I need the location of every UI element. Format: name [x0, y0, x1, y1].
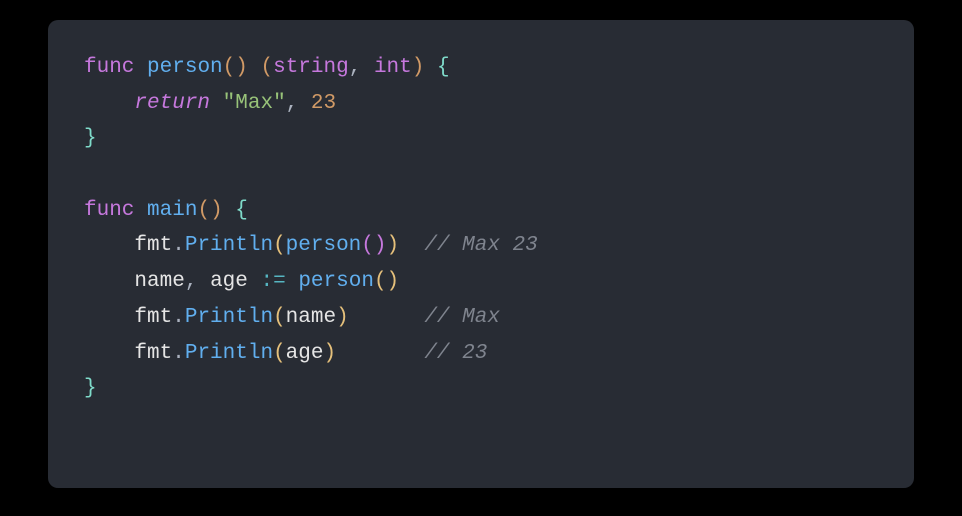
number-literal: 23 [311, 92, 336, 115]
comment: // Max [424, 306, 500, 329]
paren: ( [223, 56, 236, 79]
dot: . [172, 234, 185, 257]
dot: . [172, 342, 185, 365]
identifier-fmt: fmt [134, 234, 172, 257]
space [286, 270, 299, 293]
paren: ( [273, 342, 286, 365]
paren: ( [273, 234, 286, 257]
space [248, 56, 261, 79]
space [210, 92, 223, 115]
paren: ) [323, 342, 336, 365]
comma: , [185, 270, 210, 293]
paren: ) [210, 199, 223, 222]
identifier-name: name [286, 306, 336, 329]
comment: // Max 23 [424, 234, 537, 257]
identifier-age: age [286, 342, 324, 365]
comma: , [349, 56, 374, 79]
comment: // 23 [424, 342, 487, 365]
space [134, 199, 147, 222]
code-line: return "Max", 23 [84, 86, 878, 122]
code-snippet: func person() (string, int) { return "Ma… [48, 20, 914, 488]
code-line: func person() (string, int) { [84, 50, 878, 86]
indent [84, 234, 134, 257]
blank-line [84, 157, 878, 193]
indent [84, 342, 134, 365]
space [134, 56, 147, 79]
method-println: Println [185, 306, 273, 329]
function-call: person [298, 270, 374, 293]
method-println: Println [185, 234, 273, 257]
code-line: name, age := person() [84, 264, 878, 300]
paren: ) [235, 56, 248, 79]
type-string: string [273, 56, 349, 79]
identifier-age: age [210, 270, 248, 293]
code-line: } [84, 371, 878, 407]
paren: ( [260, 56, 273, 79]
paren: ( [197, 199, 210, 222]
paren: ) [387, 270, 400, 293]
keyword-func: func [84, 199, 134, 222]
keyword-func: func [84, 56, 134, 79]
dot: . [172, 306, 185, 329]
space [424, 56, 437, 79]
paren: ) [374, 234, 387, 257]
assign-operator: := [260, 270, 285, 293]
brace: } [84, 377, 97, 400]
function-name: main [147, 199, 197, 222]
code-line: fmt.Println(person()) // Max 23 [84, 228, 878, 264]
code-line: fmt.Println(age) // 23 [84, 336, 878, 372]
paren: ( [374, 270, 387, 293]
brace: { [235, 199, 248, 222]
paren: ) [412, 56, 425, 79]
indent [84, 92, 134, 115]
brace: { [437, 56, 450, 79]
spacer [399, 234, 424, 257]
paren: ) [387, 234, 400, 257]
paren: ) [336, 306, 349, 329]
string-literal: "Max" [223, 92, 286, 115]
comma: , [286, 92, 311, 115]
code-line: } [84, 121, 878, 157]
spacer [349, 306, 425, 329]
brace: } [84, 127, 97, 150]
identifier-fmt: fmt [134, 306, 172, 329]
space [248, 270, 261, 293]
type-int: int [374, 56, 412, 79]
paren: ( [273, 306, 286, 329]
code-line: fmt.Println(name) // Max [84, 300, 878, 336]
keyword-return: return [134, 92, 210, 115]
function-call: person [286, 234, 362, 257]
space [223, 199, 236, 222]
paren: ( [361, 234, 374, 257]
indent [84, 306, 134, 329]
identifier-fmt: fmt [134, 342, 172, 365]
code-line: func main() { [84, 193, 878, 229]
method-println: Println [185, 342, 273, 365]
identifier-name: name [134, 270, 184, 293]
function-name: person [147, 56, 223, 79]
spacer [336, 342, 424, 365]
indent [84, 270, 134, 293]
